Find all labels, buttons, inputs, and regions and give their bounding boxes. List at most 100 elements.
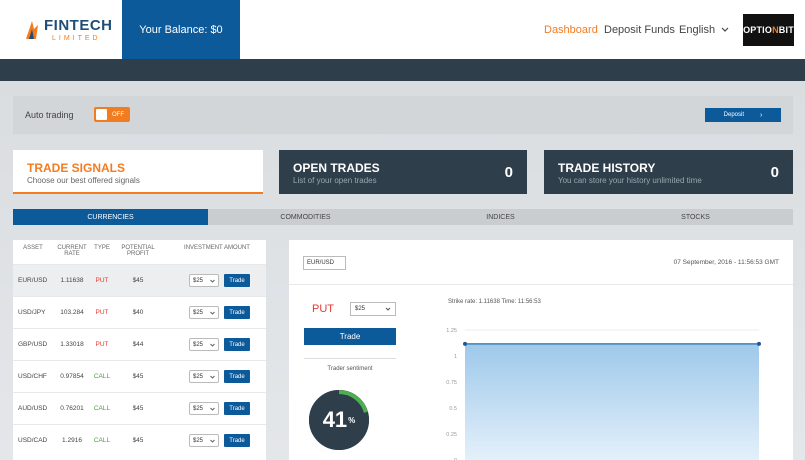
card-title: OPEN TRADES: [293, 161, 380, 175]
amount-select[interactable]: $25: [350, 302, 396, 316]
sentiment-unit: %: [348, 415, 356, 425]
table-header: ASSET CURRENT RATE TYPE POTENTIAL PROFIT…: [13, 240, 266, 264]
asset-profit: $44: [132, 341, 144, 348]
language-label: English: [679, 23, 716, 36]
auto-trading-bar: Auto trading OFF Deposit ›: [13, 96, 793, 134]
price-point: [463, 341, 467, 346]
table-row: EUR/USD 1.11638 PUT $45 $25 Trade: [13, 264, 266, 296]
chevron-down-icon: [210, 407, 215, 411]
amount-select-value: $25: [355, 306, 366, 312]
table-row: USD/CAD 1.2916 CALL $45 $25 Trade: [13, 424, 266, 456]
strike-info: Strike rate: 1.11638 Time: 11:56:53: [448, 299, 541, 305]
price-area: [465, 343, 759, 460]
amount-select-value: $25: [193, 277, 204, 284]
amount-cell: $25 Trade: [163, 434, 261, 447]
trade-history-card[interactable]: TRADE HISTORY You can store your history…: [544, 150, 793, 194]
table-row: AUD/USD 0.76201 CALL $45 $25 Trade: [13, 392, 266, 424]
balance-display: Your Balance: $0: [122, 0, 240, 59]
table-row: USD/CHF 0.97854 CALL $45 $25 Trade: [13, 360, 266, 392]
toggle-knob: [96, 109, 107, 120]
amount-select[interactable]: $25: [189, 338, 219, 351]
asset-rate: 1.11638: [60, 277, 84, 284]
amount-cell: $25 Trade: [163, 338, 261, 351]
logo-text: FINTECH: [44, 17, 113, 34]
nav-deposit-funds[interactable]: Deposit Funds: [604, 0, 675, 59]
trade-button[interactable]: Trade: [224, 338, 250, 351]
divider: [304, 358, 396, 359]
amount-cell: $25 Trade: [163, 306, 261, 319]
logo[interactable]: FINTECH LIMITED: [22, 18, 113, 42]
amount-select[interactable]: $25: [189, 306, 219, 319]
nav-dashboard[interactable]: Dashboard: [544, 0, 598, 59]
tab-indices[interactable]: INDICES: [403, 209, 598, 225]
card-subtitle: List of your open trades: [293, 176, 377, 185]
deposit-button[interactable]: Deposit ›: [705, 108, 781, 122]
asset-rate: 0.97854: [60, 373, 84, 380]
asset-rate: 1.33018: [60, 341, 84, 348]
amount-cell: $25 Trade: [163, 370, 261, 383]
chevron-down-icon: [210, 343, 215, 347]
asset-type: CALL: [93, 373, 111, 380]
y-tick-label: 0.25: [446, 432, 457, 438]
asset-name: AUD/USD: [18, 405, 48, 412]
asset-profit: $45: [132, 437, 144, 444]
chevron-down-icon: [210, 439, 215, 443]
trade-button[interactable]: Trade: [224, 402, 250, 415]
card-title: TRADE HISTORY: [558, 161, 656, 175]
logo-subtext: LIMITED: [52, 35, 101, 42]
trade-history-count: 0: [770, 164, 779, 181]
trade-signals-card[interactable]: TRADE SIGNALS Choose our best offered si…: [13, 150, 263, 194]
header-type: TYPE: [94, 245, 110, 251]
asset-category-tabs: CURRENCIES COMMODITIES INDICES STOCKS: [13, 209, 793, 225]
pair-select-value: EUR/USD: [307, 260, 335, 266]
asset-rate: 1.2916: [62, 437, 82, 444]
y-tick-label: 0.5: [449, 406, 457, 412]
amount-select[interactable]: $25: [189, 274, 219, 287]
tab-currencies[interactable]: CURRENCIES: [13, 209, 208, 225]
brand-suffix: BIT: [778, 25, 794, 35]
open-trades-card[interactable]: OPEN TRADES List of your open trades 0: [279, 150, 527, 194]
asset-profit: $45: [132, 373, 144, 380]
asset-name: USD/CAD: [18, 437, 48, 444]
panel-datetime: 07 September, 2016 - 11:56:53 GMT: [673, 259, 779, 266]
auto-trading-toggle[interactable]: OFF: [94, 107, 130, 122]
trade-button[interactable]: Trade: [224, 306, 250, 319]
trade-button[interactable]: Trade: [304, 328, 396, 345]
amount-select[interactable]: $25: [189, 434, 219, 447]
asset-name: EUR/USD: [18, 277, 48, 284]
direction-label: PUT: [312, 303, 334, 315]
open-trades-count: 0: [504, 164, 513, 181]
amount-select[interactable]: $25: [189, 370, 219, 383]
amount-select[interactable]: $25: [189, 402, 219, 415]
amount-select-value: $25: [193, 341, 204, 348]
card-subtitle: Choose our best offered signals: [27, 176, 140, 185]
sentiment-number: 41: [322, 407, 348, 432]
asset-profit: $40: [132, 309, 144, 316]
chevron-down-icon: [721, 27, 729, 32]
logo-flame-icon: [26, 21, 38, 39]
trade-button[interactable]: Trade: [224, 370, 250, 383]
trade-panel: EUR/USD 07 September, 2016 - 11:56:53 GM…: [289, 240, 793, 460]
sentiment-label: Trader sentiment: [327, 366, 373, 372]
tab-stocks[interactable]: STOCKS: [598, 209, 793, 225]
amount-select-value: $25: [193, 437, 204, 444]
tab-commodities[interactable]: COMMODITIES: [208, 209, 403, 225]
chevron-right-icon: ›: [760, 111, 763, 119]
language-selector[interactable]: English: [679, 0, 729, 59]
amount-select-value: $25: [193, 405, 204, 412]
asset-profit: $45: [132, 405, 144, 412]
pair-select[interactable]: EUR/USD: [303, 256, 346, 270]
brand-logo[interactable]: OPTIO N BIT: [743, 14, 794, 46]
auto-trading-label: Auto trading: [25, 110, 74, 120]
card-title: TRADE SIGNALS: [27, 161, 126, 175]
chevron-down-icon: [210, 279, 215, 283]
brand-mark: N: [772, 25, 779, 35]
trade-button[interactable]: Trade: [224, 434, 250, 447]
divider: [289, 284, 793, 285]
trade-button[interactable]: Trade: [224, 274, 250, 287]
amount-cell: $25 Trade: [163, 274, 261, 287]
asset-type: PUT: [95, 341, 109, 348]
asset-name: USD/CHF: [18, 373, 47, 380]
y-tick-label: 0.75: [446, 380, 457, 386]
header-profit: POTENTIAL PROFIT: [121, 245, 155, 257]
